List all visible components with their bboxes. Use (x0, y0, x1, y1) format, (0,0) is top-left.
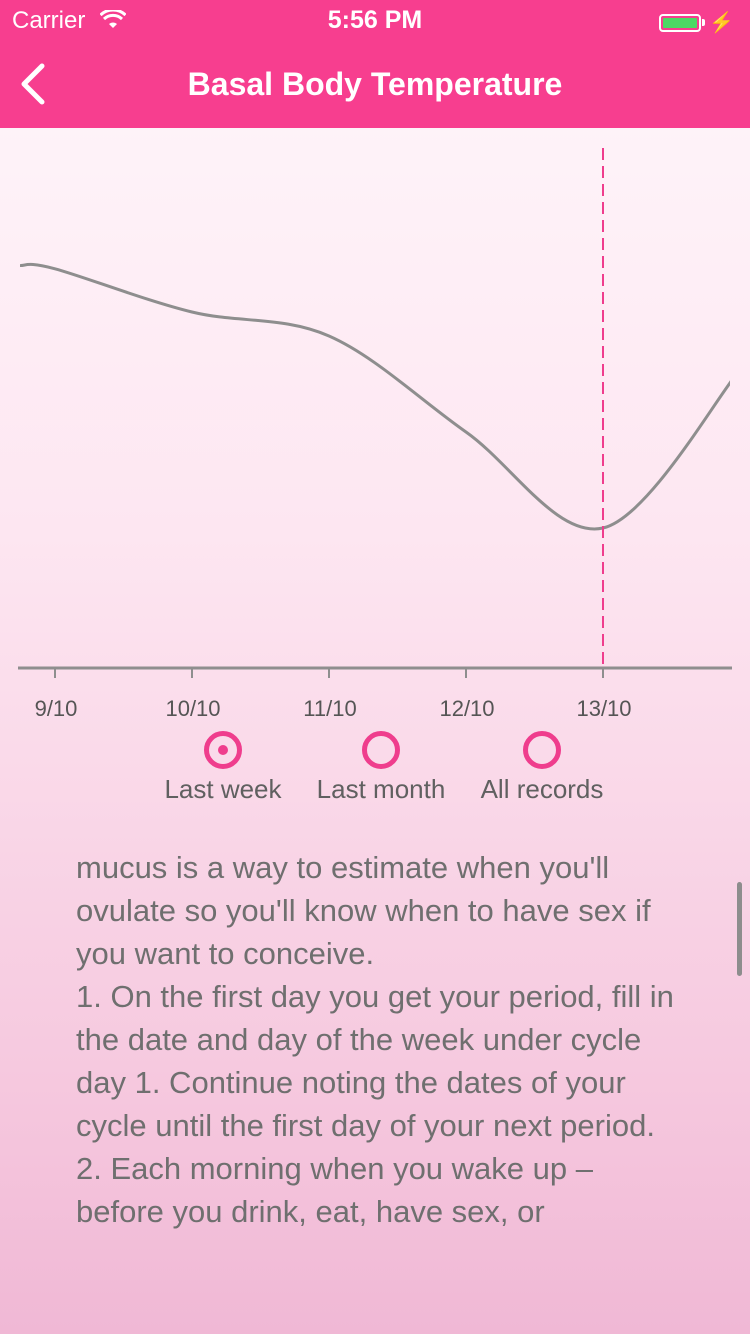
nav-bar: Basal Body Temperature (0, 40, 750, 128)
temperature-chart[interactable]: 9/10 10/10 11/10 12/10 13/10 (0, 128, 750, 728)
option-label: All records (480, 774, 604, 804)
x-tick-label: 11/10 (303, 696, 356, 721)
option-all-records[interactable]: All records (462, 730, 622, 805)
temperature-series-line (20, 262, 730, 531)
x-tick-label: 12/10 (439, 696, 494, 721)
description-text: mucus is a way to estimate when you'll o… (76, 850, 674, 1229)
range-selector: Last week Last month All records (0, 730, 750, 810)
page-title: Basal Body Temperature (187, 66, 563, 102)
x-tick-label: 9/10 (35, 696, 78, 721)
chart-canvas: 9/10 10/10 11/10 12/10 13/10 (18, 148, 732, 721)
radio-empty-icon (523, 731, 561, 769)
option-label: Last month (316, 774, 446, 804)
scrollbar[interactable] (737, 882, 742, 976)
x-tick-label: 10/10 (165, 696, 220, 721)
app-header: Carrier 5:56 PM ⚡ Basal Body Temperature (0, 0, 750, 128)
x-tick-label: 13/10 (576, 696, 631, 721)
clock: 5:56 PM (327, 6, 423, 34)
option-last-month[interactable]: Last month (300, 730, 462, 805)
radio-selected-icon (204, 731, 242, 769)
battery-icon: ⚡ (659, 10, 734, 35)
option-last-week[interactable]: Last week (145, 730, 301, 805)
option-label: Last week (164, 774, 282, 804)
status-bar: Carrier 5:56 PM ⚡ (0, 0, 750, 40)
radio-empty-icon (362, 731, 400, 769)
charging-icon: ⚡ (709, 12, 734, 34)
